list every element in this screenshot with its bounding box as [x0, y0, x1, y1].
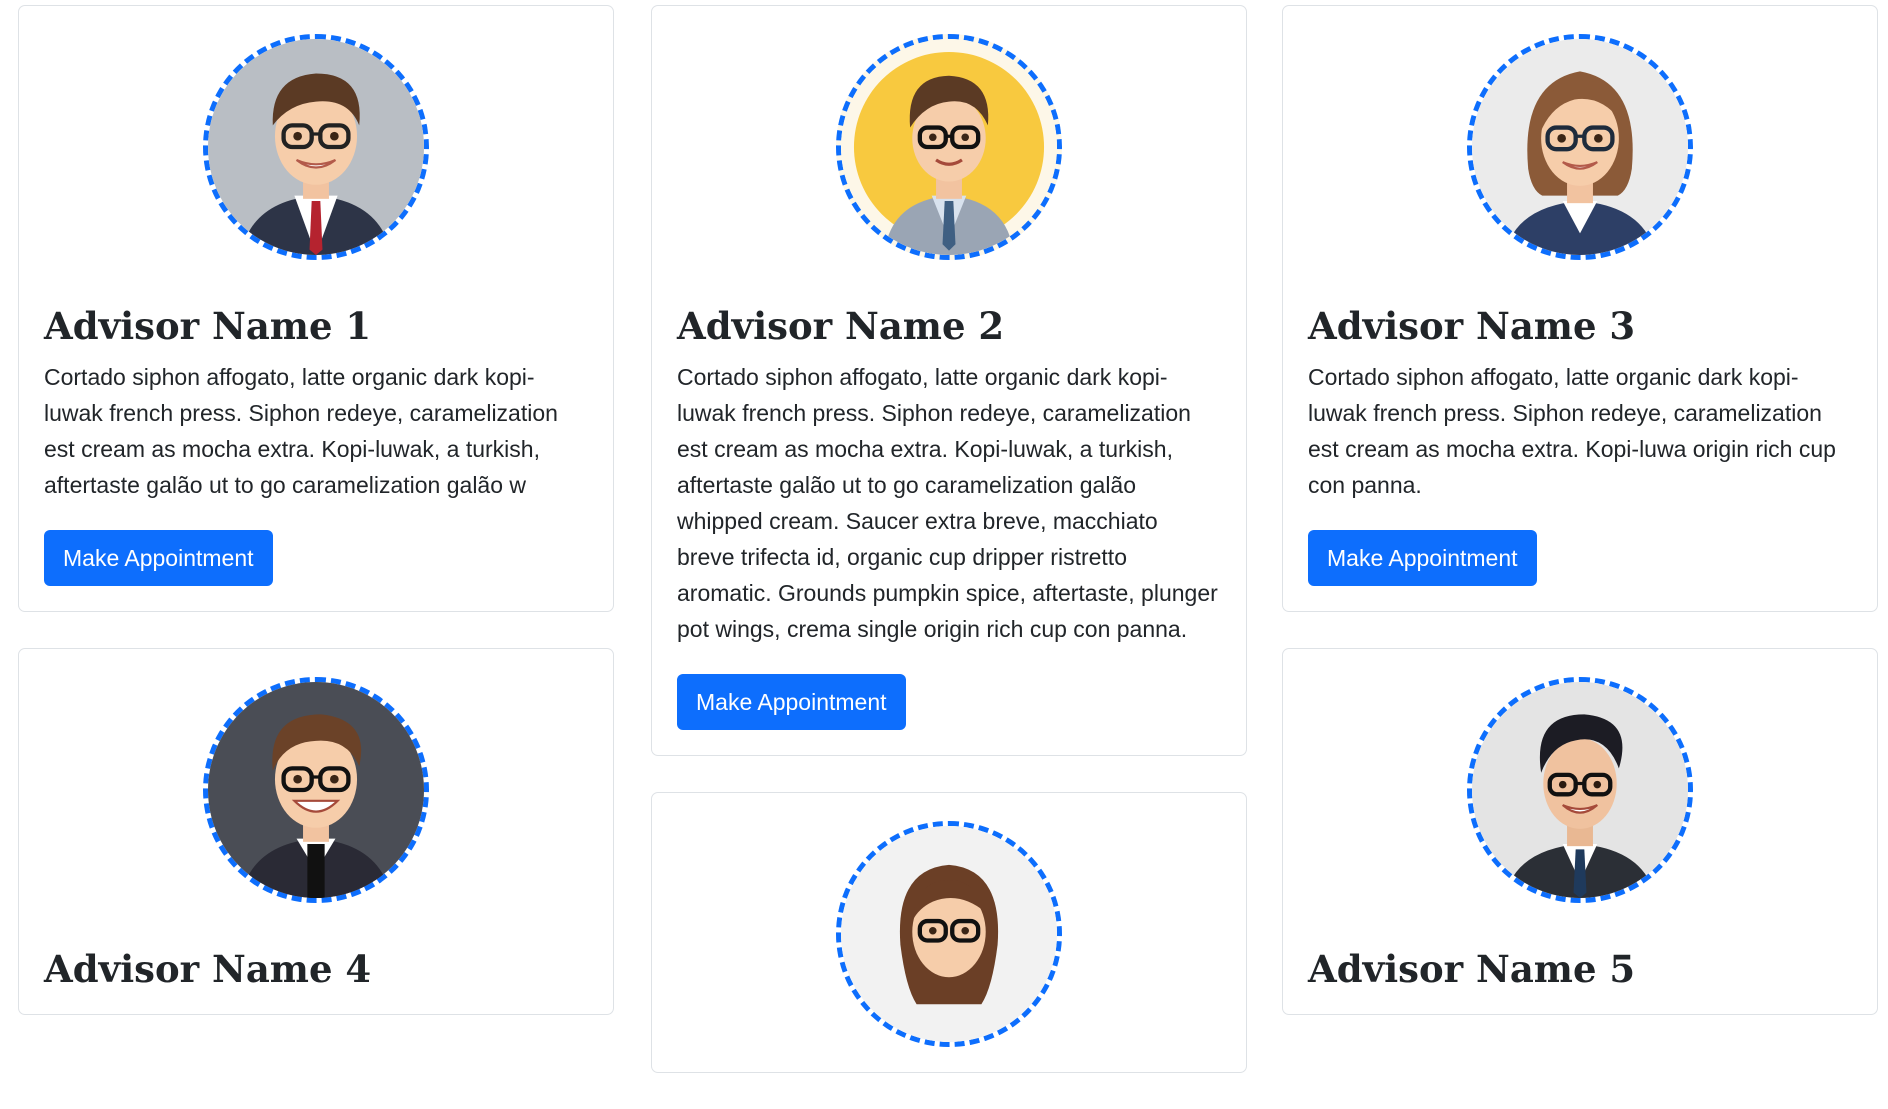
advisor-portrait-icon	[208, 39, 424, 255]
advisor-avatar	[1467, 34, 1693, 260]
advisor-portrait-icon	[1472, 39, 1688, 255]
advisor-card: Advisor Name 2 Cortado siphon affogato, …	[651, 5, 1247, 756]
advisor-name: Advisor Name 2	[677, 304, 1005, 348]
advisor-column-1: Advisor Name 1 Cortado siphon affogato, …	[18, 0, 614, 1051]
advisor-portrait-icon	[841, 39, 1057, 255]
make-appointment-button[interactable]: Make Appointment	[1308, 529, 1537, 586]
make-appointment-button[interactable]: Make Appointment	[44, 529, 273, 586]
advisor-name: Advisor Name 4	[44, 946, 372, 991]
advisor-column-3: Advisor Name 3 Cortado siphon affogato, …	[1282, 0, 1878, 1051]
advisor-card: Advisor Name 5	[1282, 647, 1878, 1016]
advisor-card: Advisor Name 3 Cortado siphon affogato, …	[1282, 5, 1878, 612]
advisor-card: Advisor Name 1 Cortado siphon affogato, …	[18, 5, 614, 612]
advisor-portrait-icon	[1472, 681, 1688, 898]
advisor-avatar	[836, 34, 1062, 260]
advisor-avatar	[203, 676, 429, 903]
advisor-portrait-icon	[208, 681, 424, 898]
advisor-name: Advisor Name 1	[44, 304, 372, 348]
advisor-bio: Cortado siphon affogato, latte organic d…	[1308, 363, 1836, 498]
advisor-avatar	[836, 820, 1062, 1047]
make-appointment-button[interactable]: Make Appointment	[677, 673, 906, 730]
advisor-card: Advisor Name 4	[18, 647, 614, 1016]
advisor-avatar	[1467, 676, 1693, 903]
advisor-name: Advisor Name 5	[1308, 946, 1636, 991]
advisor-bio: Cortado siphon affogato, latte organic d…	[44, 363, 558, 498]
advisor-name: Advisor Name 3	[1308, 304, 1636, 348]
advisor-portrait-icon	[841, 825, 1057, 1042]
advisor-column-2: Advisor Name 2 Cortado siphon affogato, …	[651, 0, 1247, 1109]
advisor-bio: Cortado siphon affogato, latte organic d…	[677, 363, 1218, 642]
advisor-card	[651, 791, 1247, 1073]
advisor-avatar	[203, 34, 429, 260]
